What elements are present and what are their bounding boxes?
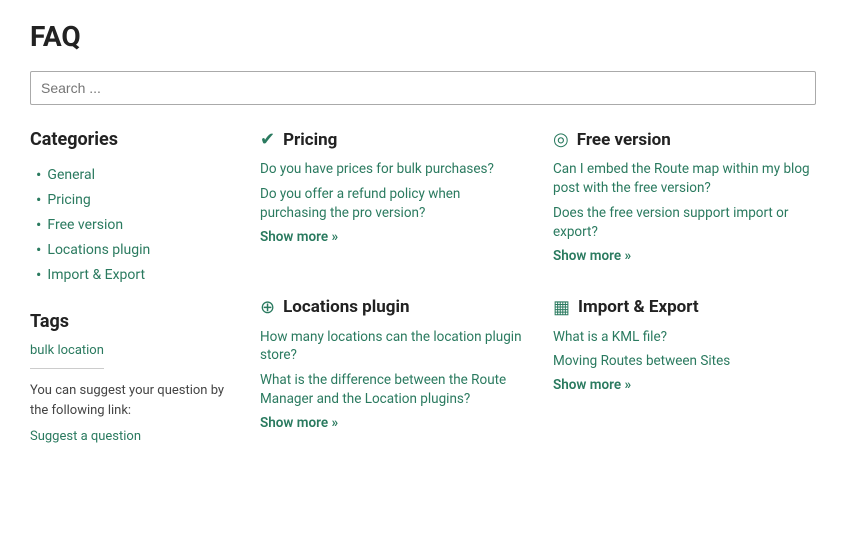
locations-plugin-links: How many locations can the location plug…	[260, 328, 523, 410]
free-version-question-2[interactable]: Does the free version support import or …	[553, 205, 788, 240]
list-item: What is a KML file?	[553, 328, 816, 347]
category-locations-plugin-header: Locations plugin	[260, 297, 523, 318]
category-locations-plugin: Locations plugin How many locations can …	[260, 297, 523, 445]
sidebar: Categories General Pricing Free version …	[30, 129, 240, 444]
search-bar	[30, 71, 816, 105]
sidebar-item-free-version[interactable]: Free version	[47, 217, 123, 233]
free-version-question-1[interactable]: Can I embed the Route map within my blog…	[553, 161, 810, 196]
import-export-question-1[interactable]: What is a KML file?	[553, 329, 667, 345]
suggest-question-link[interactable]: Suggest a question	[30, 429, 141, 444]
sidebar-item-import-export[interactable]: Import & Export	[47, 267, 145, 283]
content-area: Pricing Do you have prices for bulk purc…	[260, 129, 816, 444]
list-item: Pricing	[36, 187, 240, 212]
list-item: General	[36, 162, 240, 187]
list-item: Can I embed the Route map within my blog…	[553, 160, 816, 198]
checkmark-icon	[260, 129, 275, 150]
category-pricing-header: Pricing	[260, 129, 523, 150]
list-item: Does the free version support import or …	[553, 204, 816, 242]
sidebar-item-general[interactable]: General	[47, 167, 95, 183]
locations-show-more[interactable]: Show more »	[260, 415, 338, 431]
category-locations-plugin-title: Locations plugin	[283, 297, 409, 317]
spiral-icon	[553, 129, 569, 150]
list-item: Import & Export	[36, 262, 240, 287]
list-item: Do you offer a refund policy when purcha…	[260, 185, 523, 223]
search-icon	[260, 297, 275, 318]
sidebar-item-pricing[interactable]: Pricing	[47, 192, 90, 208]
pricing-question-1[interactable]: Do you have prices for bulk purchases?	[260, 161, 494, 177]
suggest-text: You can suggest your question by the fol…	[30, 381, 240, 420]
pricing-links: Do you have prices for bulk purchases? D…	[260, 160, 523, 223]
category-import-export-title: Import & Export	[578, 297, 699, 317]
search-input[interactable]	[30, 71, 816, 105]
tags-section: Tags bulk location	[30, 311, 240, 381]
free-version-links: Can I embed the Route map within my blog…	[553, 160, 816, 242]
import-export-question-2[interactable]: Moving Routes between Sites	[553, 353, 730, 369]
tags-heading: Tags	[30, 311, 240, 332]
list-item: How many locations can the location plug…	[260, 328, 523, 366]
import-export-show-more[interactable]: Show more »	[553, 377, 631, 393]
import-export-links: What is a KML file? Moving Routes betwee…	[553, 328, 816, 372]
category-free-version-title: Free version	[577, 130, 671, 150]
category-import-export-header: Import & Export	[553, 297, 816, 318]
locations-question-2[interactable]: What is the difference between the Route…	[260, 372, 506, 407]
categories-heading: Categories	[30, 129, 240, 150]
category-free-version-header: Free version	[553, 129, 816, 150]
category-pricing: Pricing Do you have prices for bulk purc…	[260, 129, 523, 277]
box-icon	[553, 297, 570, 318]
category-free-version: Free version Can I embed the Route map w…	[553, 129, 816, 277]
list-item: Free version	[36, 212, 240, 237]
free-version-show-more[interactable]: Show more »	[553, 248, 631, 264]
pricing-show-more[interactable]: Show more »	[260, 229, 338, 245]
list-item: What is the difference between the Route…	[260, 371, 523, 409]
list-item: Moving Routes between Sites	[553, 352, 816, 371]
category-pricing-title: Pricing	[283, 130, 337, 150]
pricing-question-2[interactable]: Do you offer a refund policy when purcha…	[260, 186, 460, 221]
category-import-export: Import & Export What is a KML file? Movi…	[553, 297, 816, 445]
locations-question-1[interactable]: How many locations can the location plug…	[260, 329, 522, 364]
tag-bulk-location[interactable]: bulk location	[30, 343, 104, 369]
list-item: Do you have prices for bulk purchases?	[260, 160, 523, 179]
list-item: Locations plugin	[36, 237, 240, 262]
sidebar-item-locations-plugin[interactable]: Locations plugin	[47, 242, 150, 258]
page-title: FAQ	[30, 20, 816, 53]
main-layout: Categories General Pricing Free version …	[30, 129, 816, 444]
categories-list: General Pricing Free version Locations p…	[30, 162, 240, 287]
